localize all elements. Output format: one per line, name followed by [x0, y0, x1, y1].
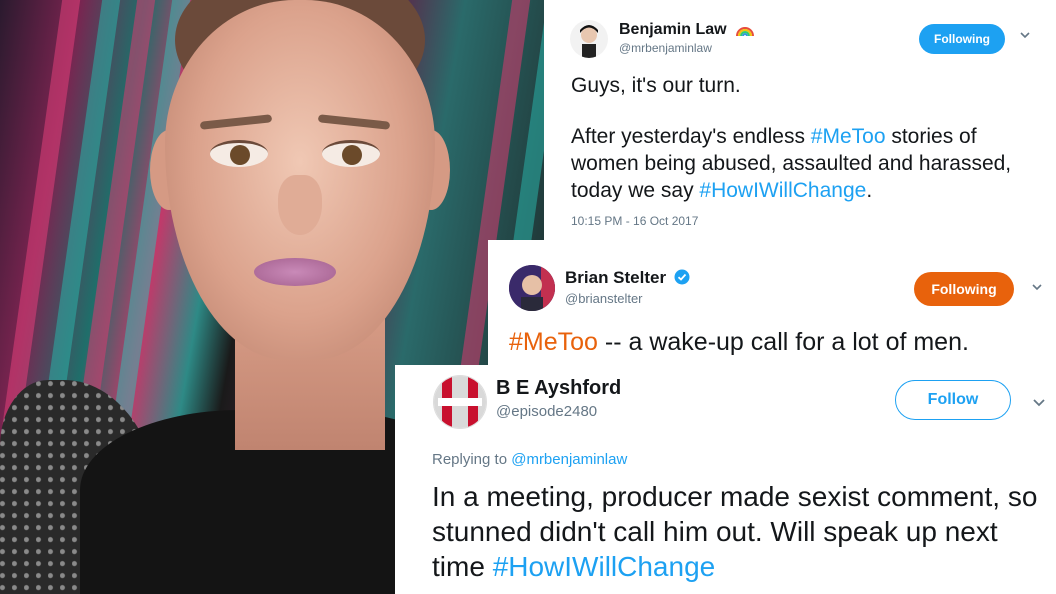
tweet-line-1: Guys, it's our turn.: [571, 74, 741, 97]
hashtag-link[interactable]: #MeToo: [811, 125, 886, 148]
timestamp[interactable]: 10:15 PM - 16 Oct 2017: [571, 214, 698, 228]
verified-icon: [674, 269, 690, 290]
text-segment: -- a wake-up call for a lot of men.: [597, 328, 969, 356]
text-segment: After yesterday's endless: [571, 125, 811, 148]
following-button[interactable]: Following: [919, 24, 1005, 54]
hashtag-link[interactable]: #HowIWillChange: [493, 551, 716, 582]
handle[interactable]: @mrbenjaminlaw: [619, 41, 712, 55]
avatar[interactable]: [570, 20, 608, 58]
tweet-text: In a meeting, producer made sexist comme…: [432, 479, 1052, 584]
avatar[interactable]: [433, 375, 487, 429]
replying-handle-link[interactable]: @mrbenjaminlaw: [511, 451, 627, 468]
display-name[interactable]: Benjamin Law: [619, 20, 755, 41]
chevron-down-icon[interactable]: [1030, 280, 1044, 299]
handle[interactable]: @brianstelter: [565, 291, 643, 306]
chevron-down-icon[interactable]: [1031, 394, 1047, 415]
tweet-text: Guys, it's our turn. After yesterday's e…: [571, 72, 1031, 204]
tweet-text: #MeToo -- a wake-up call for a lot of me…: [509, 328, 969, 357]
nose: [278, 175, 322, 235]
tweet-card-benjamin-law: Benjamin Law @mrbenjaminlaw Following Gu…: [544, 0, 1056, 240]
chevron-down-icon[interactable]: [1018, 28, 1032, 47]
eye: [210, 140, 268, 167]
display-name[interactable]: Brian Stelter: [565, 268, 690, 290]
text-segment: .: [866, 179, 873, 202]
eye: [322, 140, 380, 167]
follow-button[interactable]: Follow: [895, 380, 1011, 420]
rainbow-icon: [735, 20, 755, 41]
replying-to: Replying to @mrbenjaminlaw: [432, 451, 627, 468]
following-button[interactable]: Following: [914, 272, 1014, 306]
avatar-illustration-icon: [580, 25, 598, 58]
tweet-card-brian-stelter: Brian Stelter @brianstelter Following #M…: [488, 240, 1056, 370]
lips: [254, 258, 336, 286]
display-name-text[interactable]: Brian Stelter: [565, 268, 666, 287]
tweet-paragraph-2: After yesterday's endless #MeToo stories…: [571, 123, 1031, 204]
handle[interactable]: @episode2480: [496, 403, 597, 420]
replying-label: Replying to: [432, 451, 512, 468]
hashtag-link[interactable]: #MeToo: [509, 328, 598, 356]
avatar[interactable]: [509, 265, 555, 311]
hashtag-link[interactable]: #HowIWillChange: [699, 179, 866, 202]
avatar-photo-icon: [509, 265, 555, 311]
display-name[interactable]: B E Ayshford: [496, 377, 621, 400]
avatar-logo-icon: [434, 376, 486, 428]
display-name-text[interactable]: Benjamin Law: [619, 21, 727, 38]
tweet-card-be-ayshford: B E Ayshford @episode2480 Follow Replyin…: [395, 365, 1056, 594]
